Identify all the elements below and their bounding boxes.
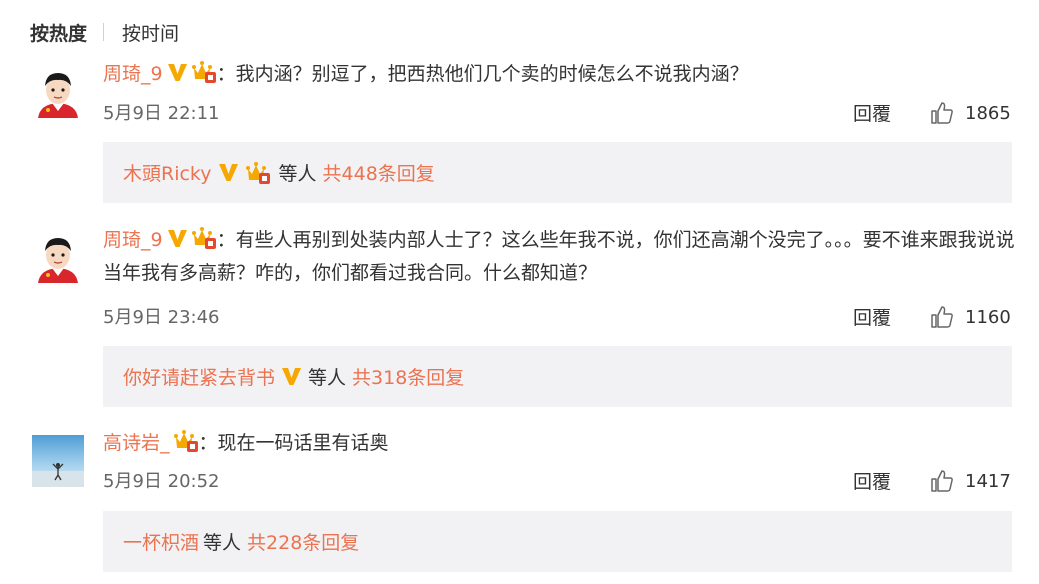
crown-badge-icon[interactable]	[173, 429, 199, 453]
comment-text: 现在一码话里有话奥	[217, 432, 389, 454]
verified-icon[interactable]	[167, 227, 188, 248]
colon: ：	[216, 229, 236, 251]
like-count: 1865	[965, 102, 1011, 124]
comment-timestamp: 5月9日 20:52	[103, 471, 220, 492]
colon: ：	[198, 432, 218, 454]
comment-text: 我内涵？别逗了，把西热他们几个卖的时候怎么不说我内涵？	[235, 63, 749, 85]
sort-tabs: 按热度 按时间	[30, 18, 179, 46]
sub-reply-etal: 等人	[278, 163, 317, 185]
verified-icon[interactable]	[281, 366, 302, 387]
sub-reply-user-link[interactable]: 你好请赶紧去背书	[123, 363, 275, 390]
reply-button[interactable]: 回覆	[853, 307, 891, 329]
tab-sort-by-time[interactable]: 按时间	[122, 19, 179, 46]
avatar[interactable]	[32, 66, 84, 118]
thumbs-up-icon	[931, 470, 953, 492]
sub-replies-box[interactable]: 木頭Ricky 等人 共448条回复	[103, 142, 1012, 203]
reply-button[interactable]: 回覆	[853, 471, 891, 493]
avatar[interactable]	[32, 231, 84, 283]
avatar[interactable]	[32, 435, 84, 487]
sub-replies-box[interactable]: 你好请赶紧去背书 等人 共318条回复	[103, 346, 1012, 407]
tab-divider	[103, 23, 105, 41]
comment-line: 高诗岩_ ：现在一码话里有话奥	[103, 427, 1018, 460]
username-link[interactable]: 周琦_9	[103, 229, 163, 251]
colon: ：	[216, 63, 236, 85]
verified-icon[interactable]	[218, 162, 239, 183]
crown-badge-icon[interactable]	[245, 161, 271, 185]
sub-reply-user-link[interactable]: 一杯枳酒	[123, 528, 199, 555]
sub-reply-count-link[interactable]: 共228条回复	[247, 528, 359, 555]
crown-badge-icon[interactable]	[191, 226, 217, 250]
verified-icon[interactable]	[167, 61, 188, 82]
like-button[interactable]: 1160	[930, 305, 1011, 329]
sub-reply-count-link[interactable]: 共318条回复	[352, 363, 464, 390]
sub-reply-etal: 等人	[308, 367, 347, 389]
sub-replies-box[interactable]: 一杯枳酒 等人 共228条回复	[103, 511, 1012, 572]
sub-reply-etal: 等人	[203, 532, 242, 554]
comment-timestamp: 5月9日 22:11	[103, 103, 220, 124]
comment-line: 周琦_9 ：我内涵？别逗了，把西热他们几个卖的时候怎么不说我内涵？	[103, 58, 1018, 91]
reply-button[interactable]: 回覆	[853, 103, 891, 125]
comment-timestamp: 5月9日 23:46	[103, 307, 220, 328]
crown-badge-icon[interactable]	[191, 60, 217, 84]
thumbs-up-icon	[931, 306, 953, 328]
like-count: 1417	[965, 470, 1011, 492]
thumbs-up-icon	[931, 102, 953, 124]
username-link[interactable]: 高诗岩_	[103, 432, 170, 454]
tab-sort-by-hot[interactable]: 按热度	[30, 19, 87, 46]
comment-text: 有些人再别到处装内部人士了？这么些年我不说，你们还高潮个没完了。。。要不谁来跟我…	[103, 229, 1015, 284]
like-button[interactable]: 1417	[930, 469, 1011, 493]
sub-reply-user-link[interactable]: 木頭Ricky	[123, 159, 212, 186]
like-count: 1160	[965, 306, 1011, 328]
sub-reply-count-link[interactable]: 共448条回复	[323, 159, 435, 186]
like-button[interactable]: 1865	[930, 101, 1011, 125]
username-link[interactable]: 周琦_9	[103, 63, 163, 85]
comment-line: 周琦_9 ：有些人再别到处装内部人士了？这么些年我不说，你们还高潮个没完了。。。要…	[103, 224, 1018, 290]
